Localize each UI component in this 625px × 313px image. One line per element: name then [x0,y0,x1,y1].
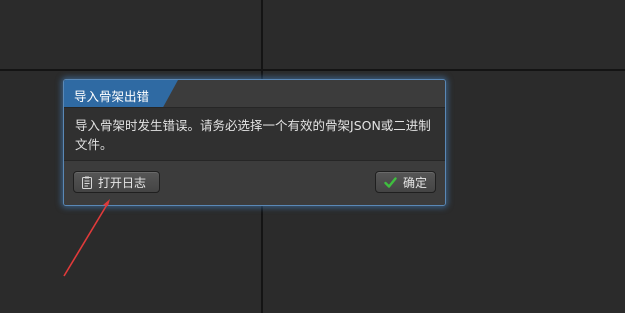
confirm-button[interactable]: 确定 [375,171,436,193]
clipboard-icon [82,176,92,189]
error-dialog: 导入骨架出错 导入骨架时发生错误。请务必选择一个有效的骨架JSON或二进制文件。… [63,79,446,206]
error-message: 导入骨架时发生错误。请务必选择一个有效的骨架JSON或二进制文件。 [75,118,431,152]
checkmark-icon [384,176,397,188]
open-log-label: 打开日志 [98,175,147,190]
viewport-panel-top-right [263,0,625,69]
horizontal-splitter[interactable] [0,69,625,71]
open-log-button[interactable]: 打开日志 [73,171,160,193]
confirm-label: 确定 [403,175,428,190]
dialog-title: 导入骨架出错 [74,89,150,104]
dialog-footer: 打开日志 确定 [64,160,445,205]
dialog-body: 导入骨架时发生错误。请务必选择一个有效的骨架JSON或二进制文件。 [64,108,445,160]
viewport-panel-top-left [0,0,261,69]
dialog-titlebar[interactable]: 导入骨架出错 [64,80,445,108]
